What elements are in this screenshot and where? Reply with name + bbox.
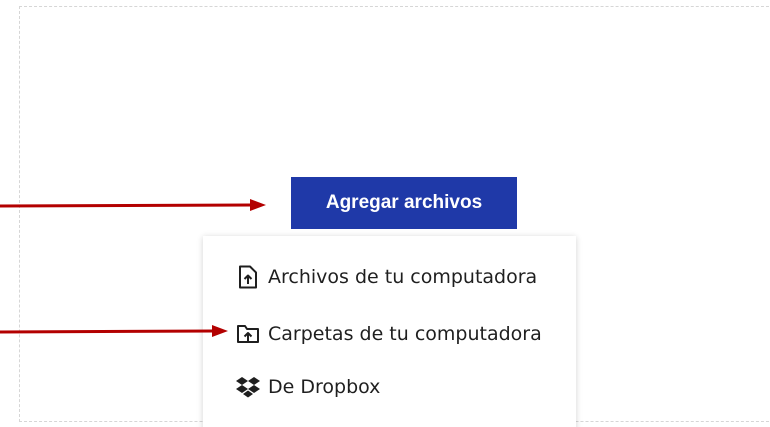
file-upload-icon <box>236 265 260 289</box>
menu-item-label: De Dropbox <box>268 376 381 398</box>
menu-item-label: Carpetas de tu computadora <box>268 323 542 345</box>
dropbox-icon <box>236 375 260 399</box>
add-files-button[interactable]: Agregar archivos <box>291 177 517 229</box>
add-files-menu: Archivos de tu computadora Carpetas de t… <box>203 236 576 427</box>
menu-item-computer-folders[interactable]: Carpetas de tu computadora <box>236 317 542 351</box>
menu-item-computer-files[interactable]: Archivos de tu computadora <box>236 260 537 294</box>
menu-item-dropbox[interactable]: De Dropbox <box>236 370 380 404</box>
folder-upload-icon <box>236 322 260 346</box>
menu-item-label: Archivos de tu computadora <box>268 266 538 288</box>
upload-page: Agregar archivos Archivos de tu computad… <box>0 0 770 427</box>
